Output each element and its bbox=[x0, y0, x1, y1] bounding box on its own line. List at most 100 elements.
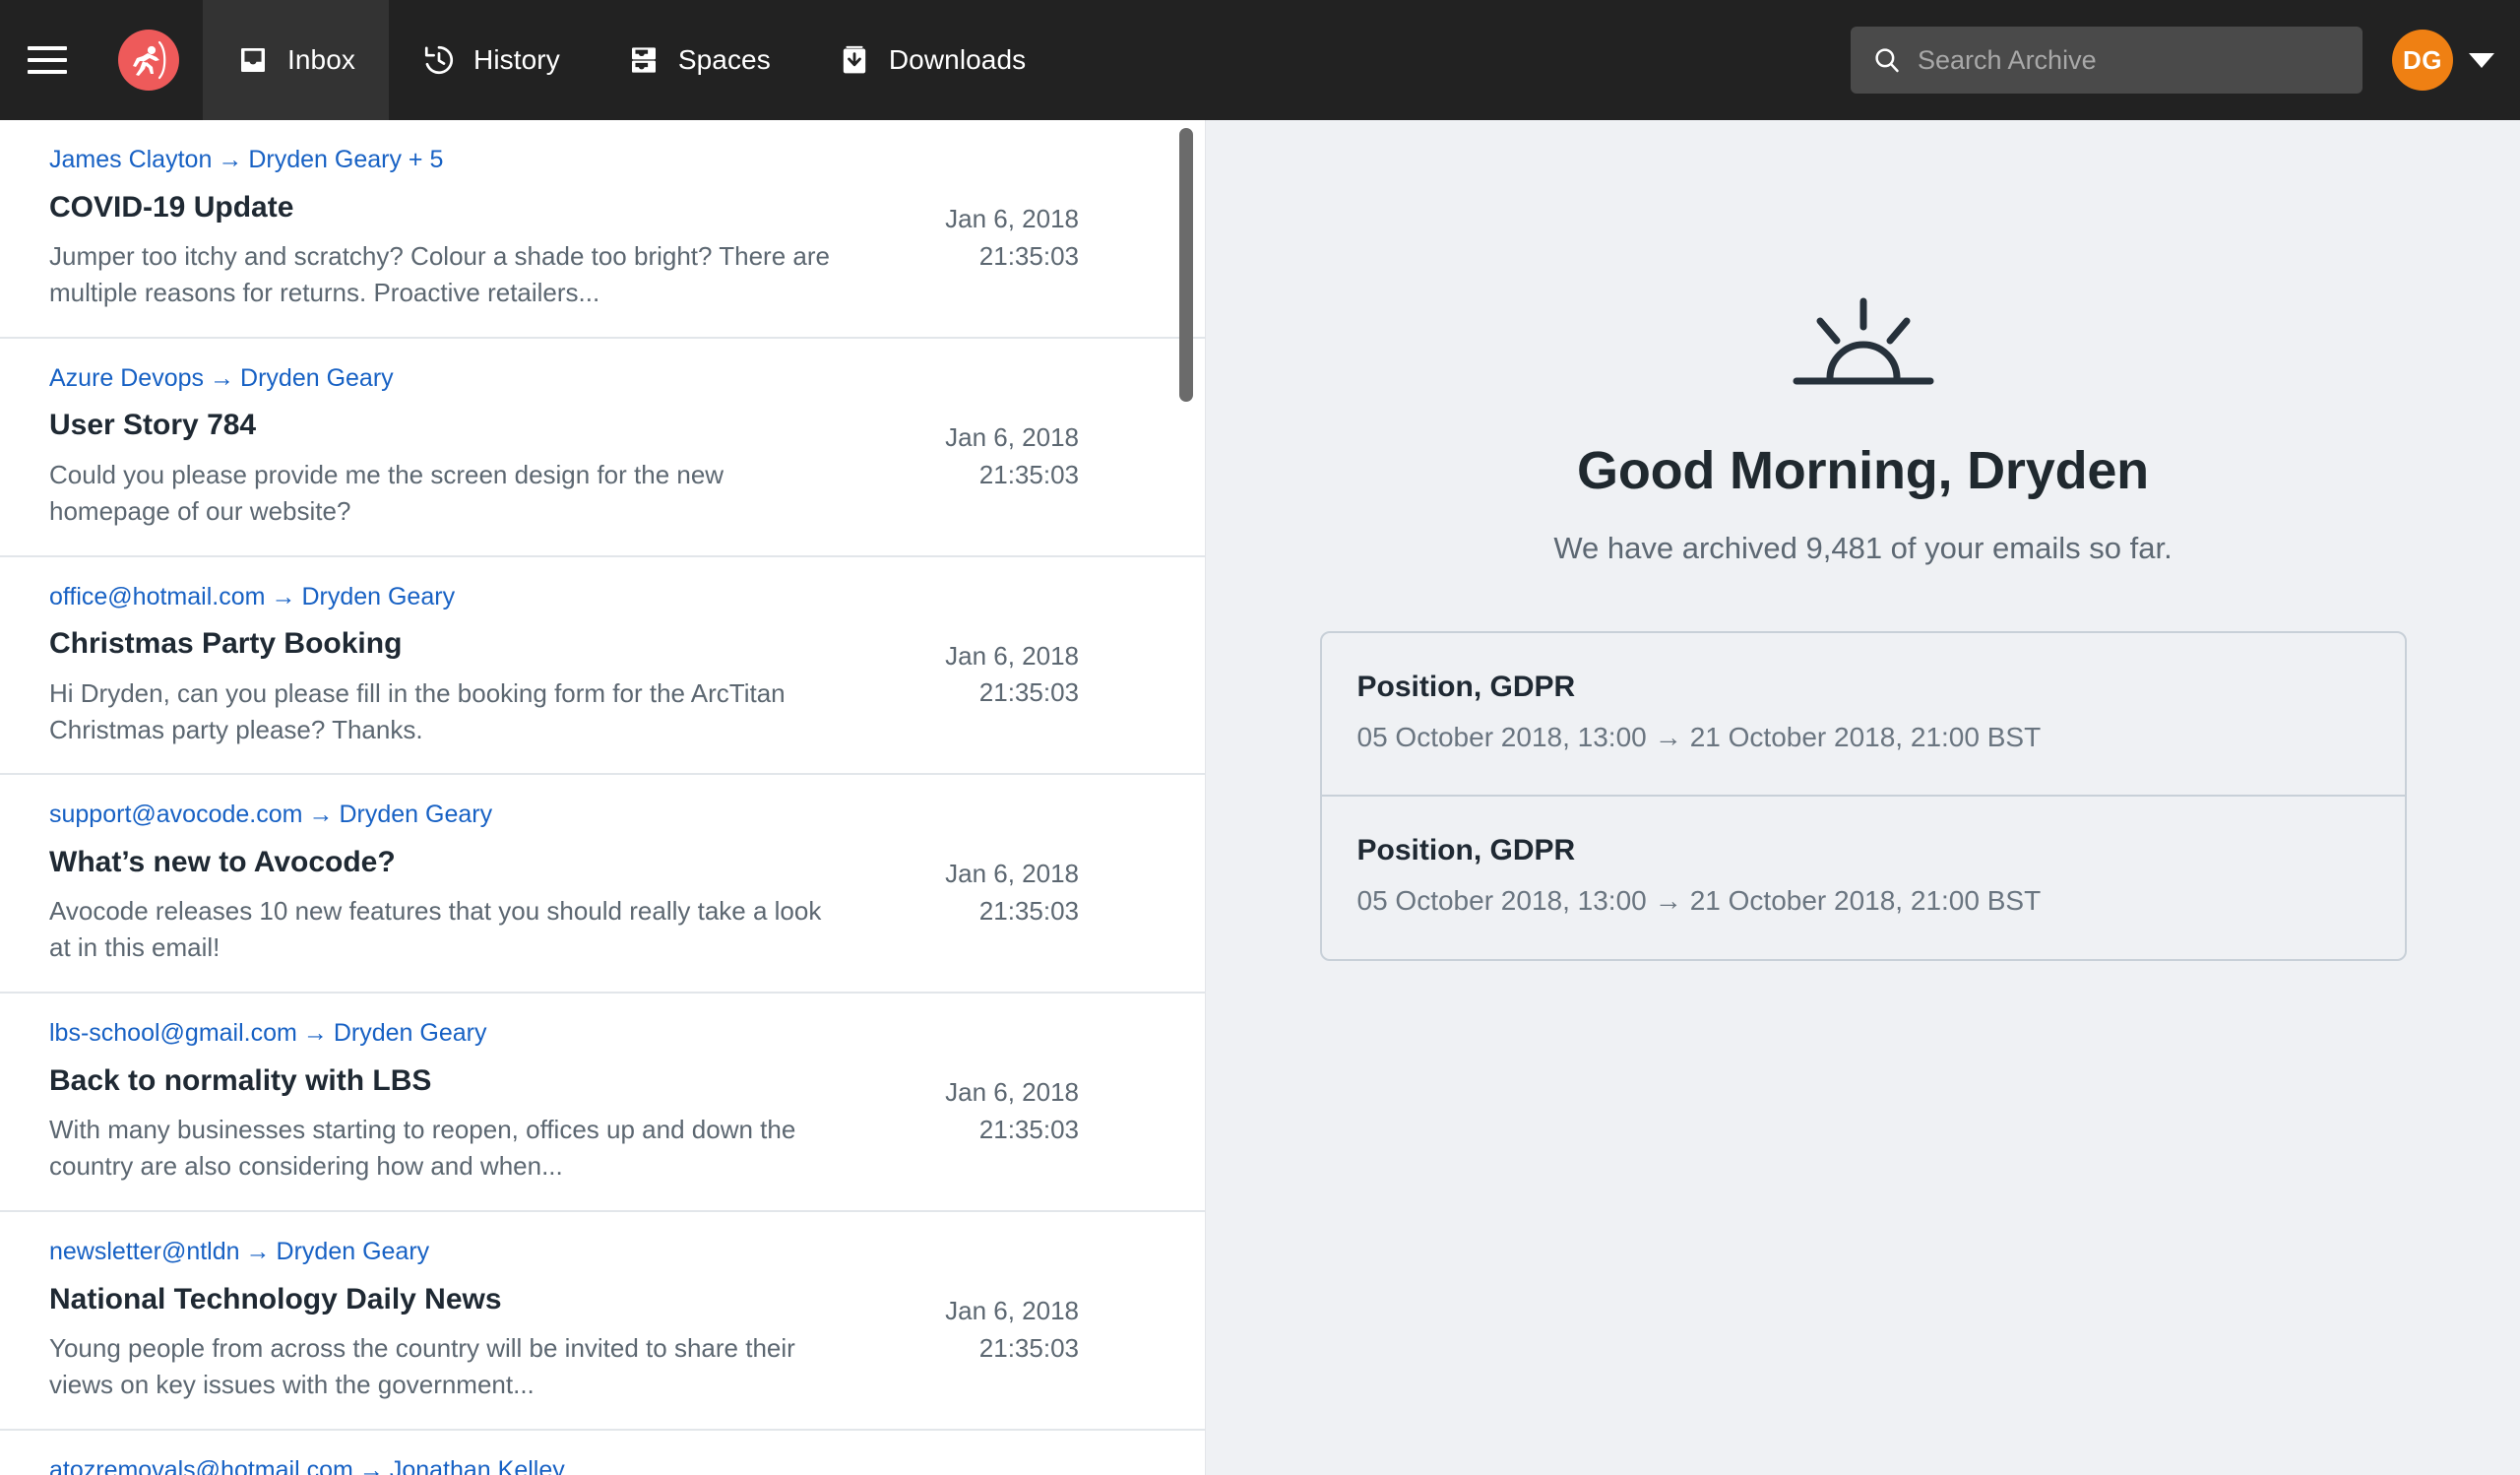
email-timestamp: Jan 6, 201821:35:03 bbox=[945, 419, 1079, 493]
primary-nav: Inbox History bbox=[203, 0, 1059, 120]
email-participants: office@hotmail.com→Dryden Geary bbox=[49, 579, 850, 616]
top-header-bar: Inbox History bbox=[0, 0, 2520, 120]
email-preview: With many businesses starting to reopen,… bbox=[49, 1112, 837, 1185]
email-timestamp: Jan 6, 201821:35:03 bbox=[945, 201, 1079, 275]
email-timestamp: Jan 6, 201821:35:03 bbox=[945, 1293, 1079, 1367]
event-title: Position, GDPR bbox=[1357, 834, 2369, 867]
email-time: 21:35:03 bbox=[945, 1112, 1079, 1149]
email-timestamp: Jan 6, 201821:35:03 bbox=[945, 1074, 1079, 1148]
email-list: James Clayton→Dryden Geary + 5COVID-19 U… bbox=[0, 120, 1205, 1475]
event-start: 05 October 2018, 13:00 bbox=[1357, 885, 1647, 916]
email-time: 21:35:03 bbox=[945, 457, 1079, 494]
main-body: James Clayton→Dryden Geary + 5COVID-19 U… bbox=[0, 120, 2520, 1475]
sunrise-icon bbox=[1785, 288, 1942, 399]
tab-downloads[interactable]: Downloads bbox=[804, 0, 1059, 120]
tab-history[interactable]: History bbox=[389, 0, 594, 120]
chevron-down-icon[interactable] bbox=[2469, 53, 2494, 68]
email-recipient: Dryden Geary bbox=[240, 364, 394, 392]
hamburger-menu-button[interactable] bbox=[0, 0, 94, 120]
email-recipient: Jonathan Kelley bbox=[390, 1456, 565, 1475]
search-icon bbox=[1872, 45, 1902, 75]
email-timestamp: Jan 6, 201821:35:03 bbox=[945, 856, 1079, 930]
email-time: 21:35:03 bbox=[945, 238, 1079, 276]
email-item-content: atozremovals@hotmail.com → Jonathan Kelley… bbox=[49, 1452, 1205, 1475]
email-date: Jan 6, 2018 bbox=[945, 1293, 1079, 1330]
arrow-right-icon: → bbox=[308, 801, 333, 828]
email-date: Jan 6, 2018 bbox=[945, 638, 1079, 675]
email-sender: Azure Devops bbox=[49, 364, 204, 392]
email-time: 21:35:03 bbox=[945, 1330, 1079, 1368]
email-subject: COVID-19 Update bbox=[49, 188, 850, 228]
arrow-right-icon: → bbox=[210, 364, 234, 392]
email-sender: support@avocode.com bbox=[49, 801, 302, 828]
tab-inbox-label: Inbox bbox=[287, 44, 355, 76]
email-recipient: Dryden Geary + 5 bbox=[248, 146, 443, 173]
email-preview: Avocode releases 10 new features that yo… bbox=[49, 893, 837, 966]
email-subject: User Story 784 bbox=[49, 406, 850, 446]
inbox-icon bbox=[236, 43, 270, 77]
email-date: Jan 6, 2018 bbox=[945, 201, 1079, 238]
email-preview: Young people from across the country wil… bbox=[49, 1330, 837, 1403]
email-participants: Azure Devops→Dryden Geary bbox=[49, 360, 850, 398]
email-subject: What’s new to Avocode? bbox=[49, 843, 850, 883]
email-sender: James Clayton bbox=[49, 146, 212, 173]
email-list-item[interactable]: atozremovals@hotmail.com → Jonathan Kelley… bbox=[0, 1431, 1205, 1475]
download-icon bbox=[838, 43, 871, 77]
search-input[interactable] bbox=[1918, 45, 2341, 76]
email-sender: lbs-school@gmail.com bbox=[49, 1019, 297, 1047]
email-recipient: Dryden Geary bbox=[334, 1019, 487, 1047]
tab-downloads-label: Downloads bbox=[889, 44, 1026, 76]
event-item[interactable]: Position, GDPR 05 October 2018, 13:00→21 … bbox=[1322, 795, 2405, 958]
email-participants: lbs-school@gmail.com→Dryden Geary bbox=[49, 1015, 850, 1053]
arrow-right-icon: → bbox=[359, 1456, 384, 1475]
event-timespan: 05 October 2018, 13:00→21 October 2018, … bbox=[1357, 720, 2369, 755]
avatar: DG bbox=[2392, 30, 2453, 91]
email-timestamp: Jan 6, 201821:35:03 bbox=[945, 638, 1079, 712]
email-date: Jan 6, 2018 bbox=[945, 856, 1079, 893]
email-list-scrollbar[interactable] bbox=[1179, 120, 1193, 1475]
hamburger-icon bbox=[28, 46, 67, 74]
page-title: Good Morning, Dryden bbox=[1577, 440, 2149, 501]
tab-inbox[interactable]: Inbox bbox=[203, 0, 389, 120]
email-recipient: Dryden Geary bbox=[339, 801, 492, 828]
app-root: Inbox History bbox=[0, 0, 2520, 1475]
email-participants: James Clayton→Dryden Geary + 5 bbox=[49, 142, 850, 179]
event-item[interactable]: Position, GDPR05 October 2018, 13:00→21 … bbox=[1322, 633, 2405, 795]
arrow-right-icon: → bbox=[271, 583, 295, 610]
tab-spaces-label: Spaces bbox=[678, 44, 771, 76]
spaces-icon bbox=[627, 43, 661, 77]
email-date: Jan 6, 2018 bbox=[945, 1074, 1079, 1112]
welcome-pane: Good Morning, Dryden We have archived 9,… bbox=[1206, 120, 2520, 1475]
email-list-pane: James Clayton→Dryden Geary + 5COVID-19 U… bbox=[0, 120, 1206, 1475]
event-end: 21 October 2018, 21:00 BST bbox=[1690, 722, 2041, 752]
email-date: Jan 6, 2018 bbox=[945, 419, 1079, 457]
search-archive-box[interactable] bbox=[1851, 27, 2362, 94]
email-sender: office@hotmail.com bbox=[49, 583, 265, 610]
tab-history-label: History bbox=[473, 44, 560, 76]
email-participants: atozremovals@hotmail.com → Jonathan Kelley bbox=[49, 1452, 850, 1475]
email-time: 21:35:03 bbox=[945, 674, 1079, 712]
tab-spaces[interactable]: Spaces bbox=[594, 0, 804, 120]
archived-count-text: We have archived 9,481 of your emails so… bbox=[1553, 531, 2172, 566]
email-list-item[interactable]: office@hotmail.com→Dryden GearyChristmas… bbox=[0, 557, 1205, 776]
email-list-item[interactable]: lbs-school@gmail.com→Dryden Geary Back to… bbox=[0, 994, 1205, 1212]
app-logo-button[interactable] bbox=[94, 0, 203, 120]
email-subject: National Technology Daily News bbox=[49, 1280, 850, 1320]
email-sender: atozremovals@hotmail.com bbox=[49, 1456, 353, 1475]
email-recipient: Dryden Geary bbox=[277, 1238, 430, 1265]
email-list-item[interactable]: support@avocode.com→Dryden Geary What’s n… bbox=[0, 775, 1205, 994]
email-list-item[interactable]: Azure Devops→Dryden Geary User Story 784 C… bbox=[0, 339, 1205, 557]
account-menu-button[interactable]: DG bbox=[2362, 0, 2520, 120]
arrow-right-icon: → bbox=[218, 146, 242, 173]
email-list-item[interactable]: newsletter@ntldn→Dryden GearyNational Te… bbox=[0, 1212, 1205, 1431]
email-sender: newsletter@ntldn bbox=[49, 1238, 240, 1265]
arctitan-archer-logo-icon bbox=[118, 30, 179, 91]
email-subject: Back to normality with LBS bbox=[49, 1061, 850, 1102]
email-preview: Could you please provide me the screen d… bbox=[49, 457, 837, 530]
event-timespan: 05 October 2018, 13:00→21 October 2018, … bbox=[1357, 883, 2369, 919]
header-spacer bbox=[1059, 0, 1851, 120]
arrow-right-icon: → bbox=[1655, 722, 1682, 752]
email-list-item[interactable]: James Clayton→Dryden Geary + 5 COVID-19 U… bbox=[0, 120, 1205, 339]
email-list-scrollbar-thumb[interactable] bbox=[1179, 128, 1193, 402]
history-icon bbox=[422, 43, 456, 77]
